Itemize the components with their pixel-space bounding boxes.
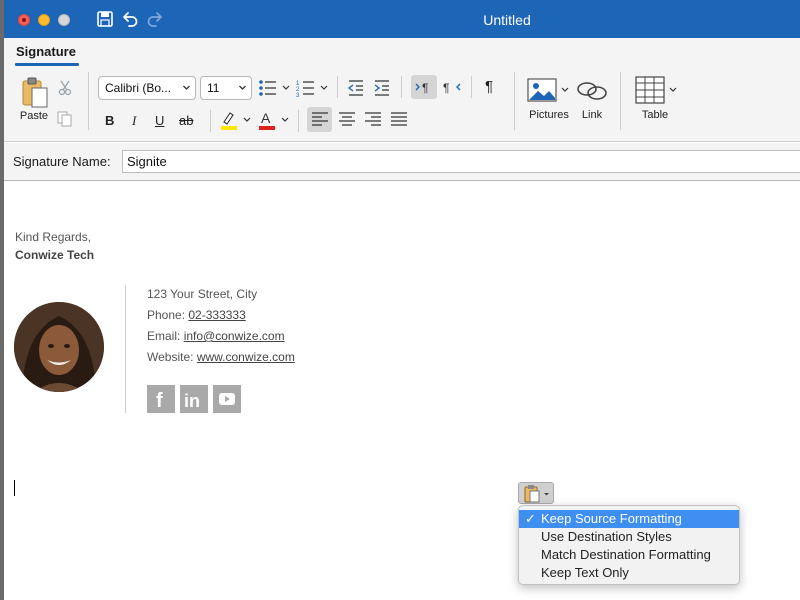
menu-item-keep-source-formatting[interactable]: ✓ Keep Source Formatting	[519, 510, 739, 528]
separator	[514, 72, 515, 130]
font-size-value: 11	[207, 81, 220, 95]
menu-item-keep-text-only[interactable]: Keep Text Only	[519, 564, 739, 582]
svg-text:3: 3	[296, 93, 300, 97]
link-label: Link	[581, 109, 603, 121]
menu-item-label: Match Destination Formatting	[541, 547, 711, 562]
avatar	[14, 302, 104, 392]
menu-item-use-destination-styles[interactable]: Use Destination Styles	[519, 528, 739, 546]
align-center-icon[interactable]	[338, 111, 356, 127]
separator	[298, 110, 299, 132]
chevron-down-icon	[239, 85, 246, 90]
menu-item-label: Use Destination Styles	[541, 529, 672, 544]
font-size-dropdown[interactable]: 11	[200, 76, 252, 100]
separator	[337, 76, 338, 98]
align-right-icon[interactable]	[364, 111, 382, 127]
bullet-list-icon[interactable]	[258, 79, 292, 97]
company-name: Conwize Tech	[15, 248, 95, 262]
show-formatting-button[interactable]: ¶	[485, 78, 493, 95]
ribbon-body: Paste Calibri (Bo... 11 1 2 3 ¶ ¶ ¶ B I …	[4, 68, 800, 142]
bold-button[interactable]: B	[105, 113, 114, 128]
link-icon[interactable]	[576, 78, 608, 104]
greeting-text: Kind Regards,	[15, 230, 92, 244]
signature-name-input[interactable]: Signite	[122, 150, 800, 173]
menu-item-match-destination-formatting[interactable]: Match Destination Formatting	[519, 546, 739, 564]
signature-divider	[125, 285, 126, 413]
tab-signature[interactable]: Signature	[16, 44, 76, 59]
menu-item-label: Keep Source Formatting	[541, 511, 682, 526]
decrease-indent-icon[interactable]	[347, 79, 365, 97]
text-cursor	[14, 480, 15, 496]
chevron-down-icon	[183, 85, 190, 90]
table-icon[interactable]	[635, 76, 681, 104]
svg-text:in: in	[184, 391, 200, 411]
menu-item-label: Keep Text Only	[541, 565, 629, 580]
font-name-value: Calibri (Bo...	[105, 81, 172, 95]
email-line: Email: info@conwize.com	[147, 329, 285, 343]
numbered-list-icon[interactable]: 1 2 3	[296, 79, 330, 97]
pictures-label: Pictures	[529, 109, 569, 121]
email-link[interactable]: info@conwize.com	[184, 329, 285, 343]
linkedin-icon[interactable]: in	[180, 385, 208, 413]
separator	[401, 76, 402, 98]
signature-editor-window: Untitled Signature Paste Calibri (Bo... …	[4, 0, 800, 600]
increase-indent-icon[interactable]	[373, 79, 391, 97]
separator	[620, 72, 621, 130]
tab-underline	[15, 63, 79, 66]
signature-name-label: Signature Name:	[13, 154, 111, 169]
separator	[471, 76, 472, 98]
signature-name-row: Signature Name: Signite	[4, 143, 800, 181]
italic-button[interactable]: I	[132, 113, 136, 129]
align-left-icon[interactable]	[311, 111, 329, 127]
justify-icon[interactable]	[390, 111, 408, 127]
cut-icon[interactable]	[58, 80, 72, 96]
underline-button[interactable]: U	[155, 113, 164, 128]
title-bar: Untitled	[4, 0, 800, 38]
website-label: Website:	[147, 350, 197, 364]
left-to-right-icon[interactable]: ¶	[414, 79, 434, 95]
pictures-icon[interactable]	[527, 78, 571, 104]
phone-line: Phone: 02-333333	[147, 308, 246, 322]
website-line: Website: www.conwize.com	[147, 350, 295, 364]
copy-icon[interactable]	[56, 110, 74, 128]
clipboard-icon	[524, 485, 549, 503]
paste-options-menu: ✓ Keep Source Formatting Use Destination…	[518, 505, 740, 585]
right-to-left-icon[interactable]: ¶	[442, 79, 462, 95]
ribbon: Signature Paste Calibri (Bo... 11 1 2 3 …	[4, 38, 800, 142]
font-color-icon[interactable]: A	[257, 109, 293, 131]
paste-options-button[interactable]	[518, 482, 554, 504]
address-text: 123 Your Street, City	[147, 287, 258, 301]
window-title: Untitled	[483, 12, 531, 28]
svg-text:f: f	[156, 390, 163, 412]
youtube-icon[interactable]	[213, 385, 241, 413]
separator	[210, 110, 211, 132]
paste-icon[interactable]	[20, 76, 50, 110]
portrait-image	[14, 302, 104, 392]
highlight-color-icon[interactable]	[219, 109, 255, 131]
phone-link[interactable]: 02-333333	[188, 308, 245, 322]
separator	[88, 72, 89, 130]
paste-label: Paste	[19, 110, 49, 122]
svg-text:¶: ¶	[443, 81, 449, 95]
checkmark-icon: ✓	[525, 511, 536, 526]
facebook-icon[interactable]: f	[147, 385, 175, 413]
strikethrough-button[interactable]: ab	[179, 113, 193, 128]
font-name-dropdown[interactable]: Calibri (Bo...	[98, 76, 196, 100]
phone-label: Phone:	[147, 308, 189, 322]
table-label: Table	[641, 109, 669, 121]
svg-text:¶: ¶	[422, 81, 428, 95]
svg-text:A: A	[261, 110, 271, 126]
email-label: Email:	[147, 329, 184, 343]
website-link[interactable]: www.conwize.com	[197, 350, 295, 364]
